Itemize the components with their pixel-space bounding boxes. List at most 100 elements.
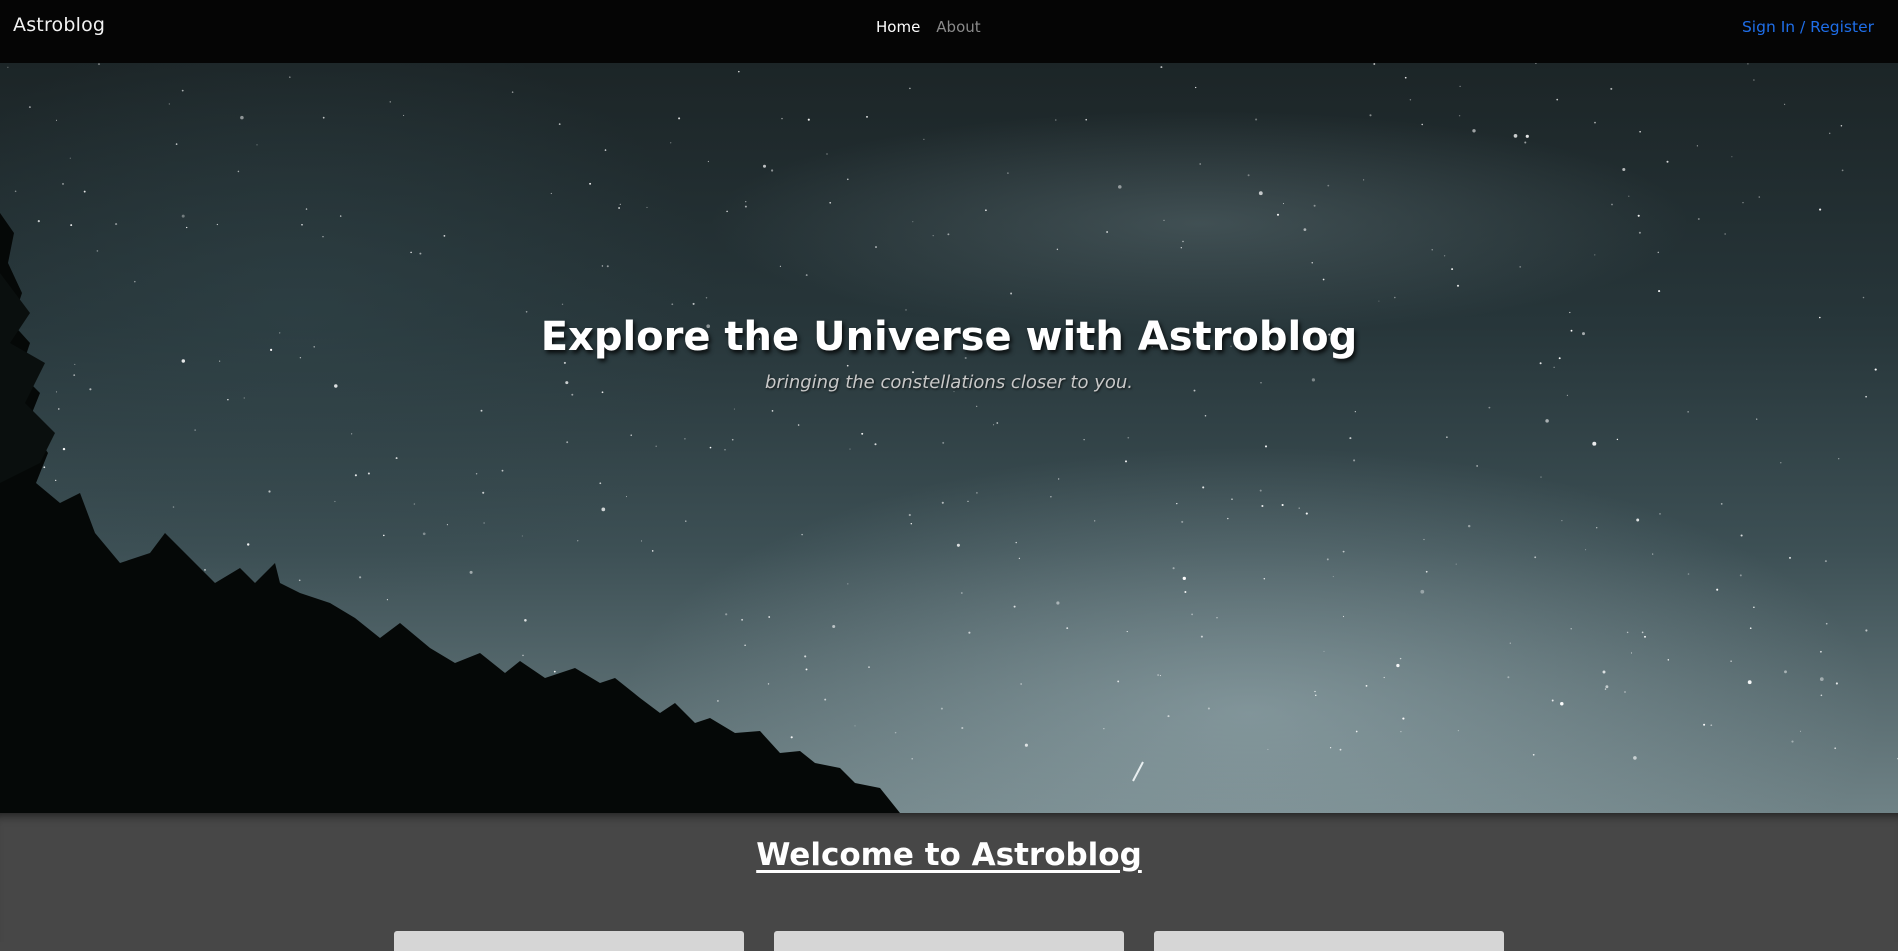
star — [55, 479, 57, 482]
star — [550, 192, 552, 195]
star — [1007, 172, 1009, 174]
star — [725, 613, 728, 616]
star — [359, 576, 362, 579]
star — [1799, 730, 1802, 732]
star — [525, 310, 528, 313]
star — [996, 422, 999, 424]
star — [1457, 729, 1460, 732]
star — [866, 116, 868, 118]
star — [1200, 635, 1203, 638]
star — [1467, 524, 1471, 528]
star — [744, 205, 747, 208]
star — [854, 725, 856, 727]
star — [1740, 534, 1743, 537]
star — [1172, 567, 1175, 570]
star — [1696, 145, 1698, 147]
star — [824, 698, 827, 701]
sign-in-register-link[interactable]: Sign In / Register — [1742, 18, 1874, 36]
star — [475, 473, 478, 475]
star — [1362, 179, 1365, 181]
star — [1282, 203, 1285, 205]
star — [1604, 688, 1607, 690]
star — [1349, 437, 1352, 440]
star — [55, 119, 58, 121]
star — [1342, 550, 1345, 553]
star — [940, 707, 943, 710]
star — [243, 397, 245, 399]
star — [58, 408, 60, 410]
star — [1667, 659, 1670, 661]
star — [1824, 560, 1827, 563]
star — [446, 524, 448, 526]
star — [566, 441, 569, 444]
star — [767, 683, 770, 685]
star — [1085, 118, 1087, 121]
star — [1666, 160, 1669, 163]
star — [705, 297, 708, 299]
post-card-2[interactable] — [774, 931, 1124, 951]
star — [1641, 631, 1644, 634]
star — [367, 472, 370, 475]
star — [1630, 652, 1633, 654]
star — [1159, 675, 1161, 677]
star — [1720, 503, 1723, 505]
star — [1525, 134, 1529, 138]
star — [829, 201, 832, 204]
star — [305, 208, 308, 210]
star — [1314, 690, 1316, 693]
star — [1835, 682, 1838, 685]
star — [1622, 167, 1626, 172]
star — [1561, 520, 1563, 522]
star — [745, 201, 747, 203]
star — [1459, 85, 1461, 88]
star — [1204, 415, 1207, 417]
star — [1828, 132, 1831, 135]
star — [905, 309, 907, 311]
nav-link-home[interactable]: Home — [876, 18, 920, 36]
star — [186, 226, 188, 229]
star — [960, 592, 963, 594]
hero-banner: Explore the Universe with Astroblog brin… — [0, 63, 1898, 813]
brand-logo-link[interactable]: Astroblog — [13, 14, 105, 36]
star — [1202, 486, 1205, 489]
star — [1227, 517, 1229, 520]
star — [1180, 247, 1182, 249]
star — [1710, 724, 1713, 727]
star — [1507, 676, 1510, 679]
star — [74, 363, 76, 365]
star — [83, 190, 86, 193]
star — [1298, 507, 1300, 509]
star — [70, 224, 73, 227]
star — [1636, 518, 1640, 522]
star — [1259, 489, 1262, 492]
post-card-3[interactable] — [1154, 931, 1504, 951]
star — [443, 234, 446, 237]
star — [1456, 284, 1460, 287]
star — [911, 757, 913, 760]
nav-link-about[interactable]: About — [936, 18, 980, 36]
star — [511, 91, 514, 93]
star — [1780, 462, 1782, 464]
star — [1126, 631, 1128, 633]
star — [847, 583, 849, 585]
star — [771, 410, 774, 412]
post-card-1[interactable] — [394, 931, 744, 951]
star — [1628, 195, 1630, 197]
star — [181, 214, 185, 218]
star — [1431, 249, 1433, 251]
star — [1551, 699, 1554, 702]
star — [1402, 717, 1405, 720]
star — [1322, 278, 1325, 281]
star — [219, 360, 221, 362]
star — [1055, 119, 1057, 121]
star — [96, 250, 99, 252]
star — [1784, 670, 1787, 674]
star — [577, 540, 579, 542]
star — [168, 103, 170, 105]
star — [670, 142, 672, 144]
star — [1425, 570, 1428, 573]
star — [480, 409, 483, 412]
star — [1488, 406, 1491, 409]
star — [956, 543, 960, 547]
star — [1644, 635, 1646, 638]
